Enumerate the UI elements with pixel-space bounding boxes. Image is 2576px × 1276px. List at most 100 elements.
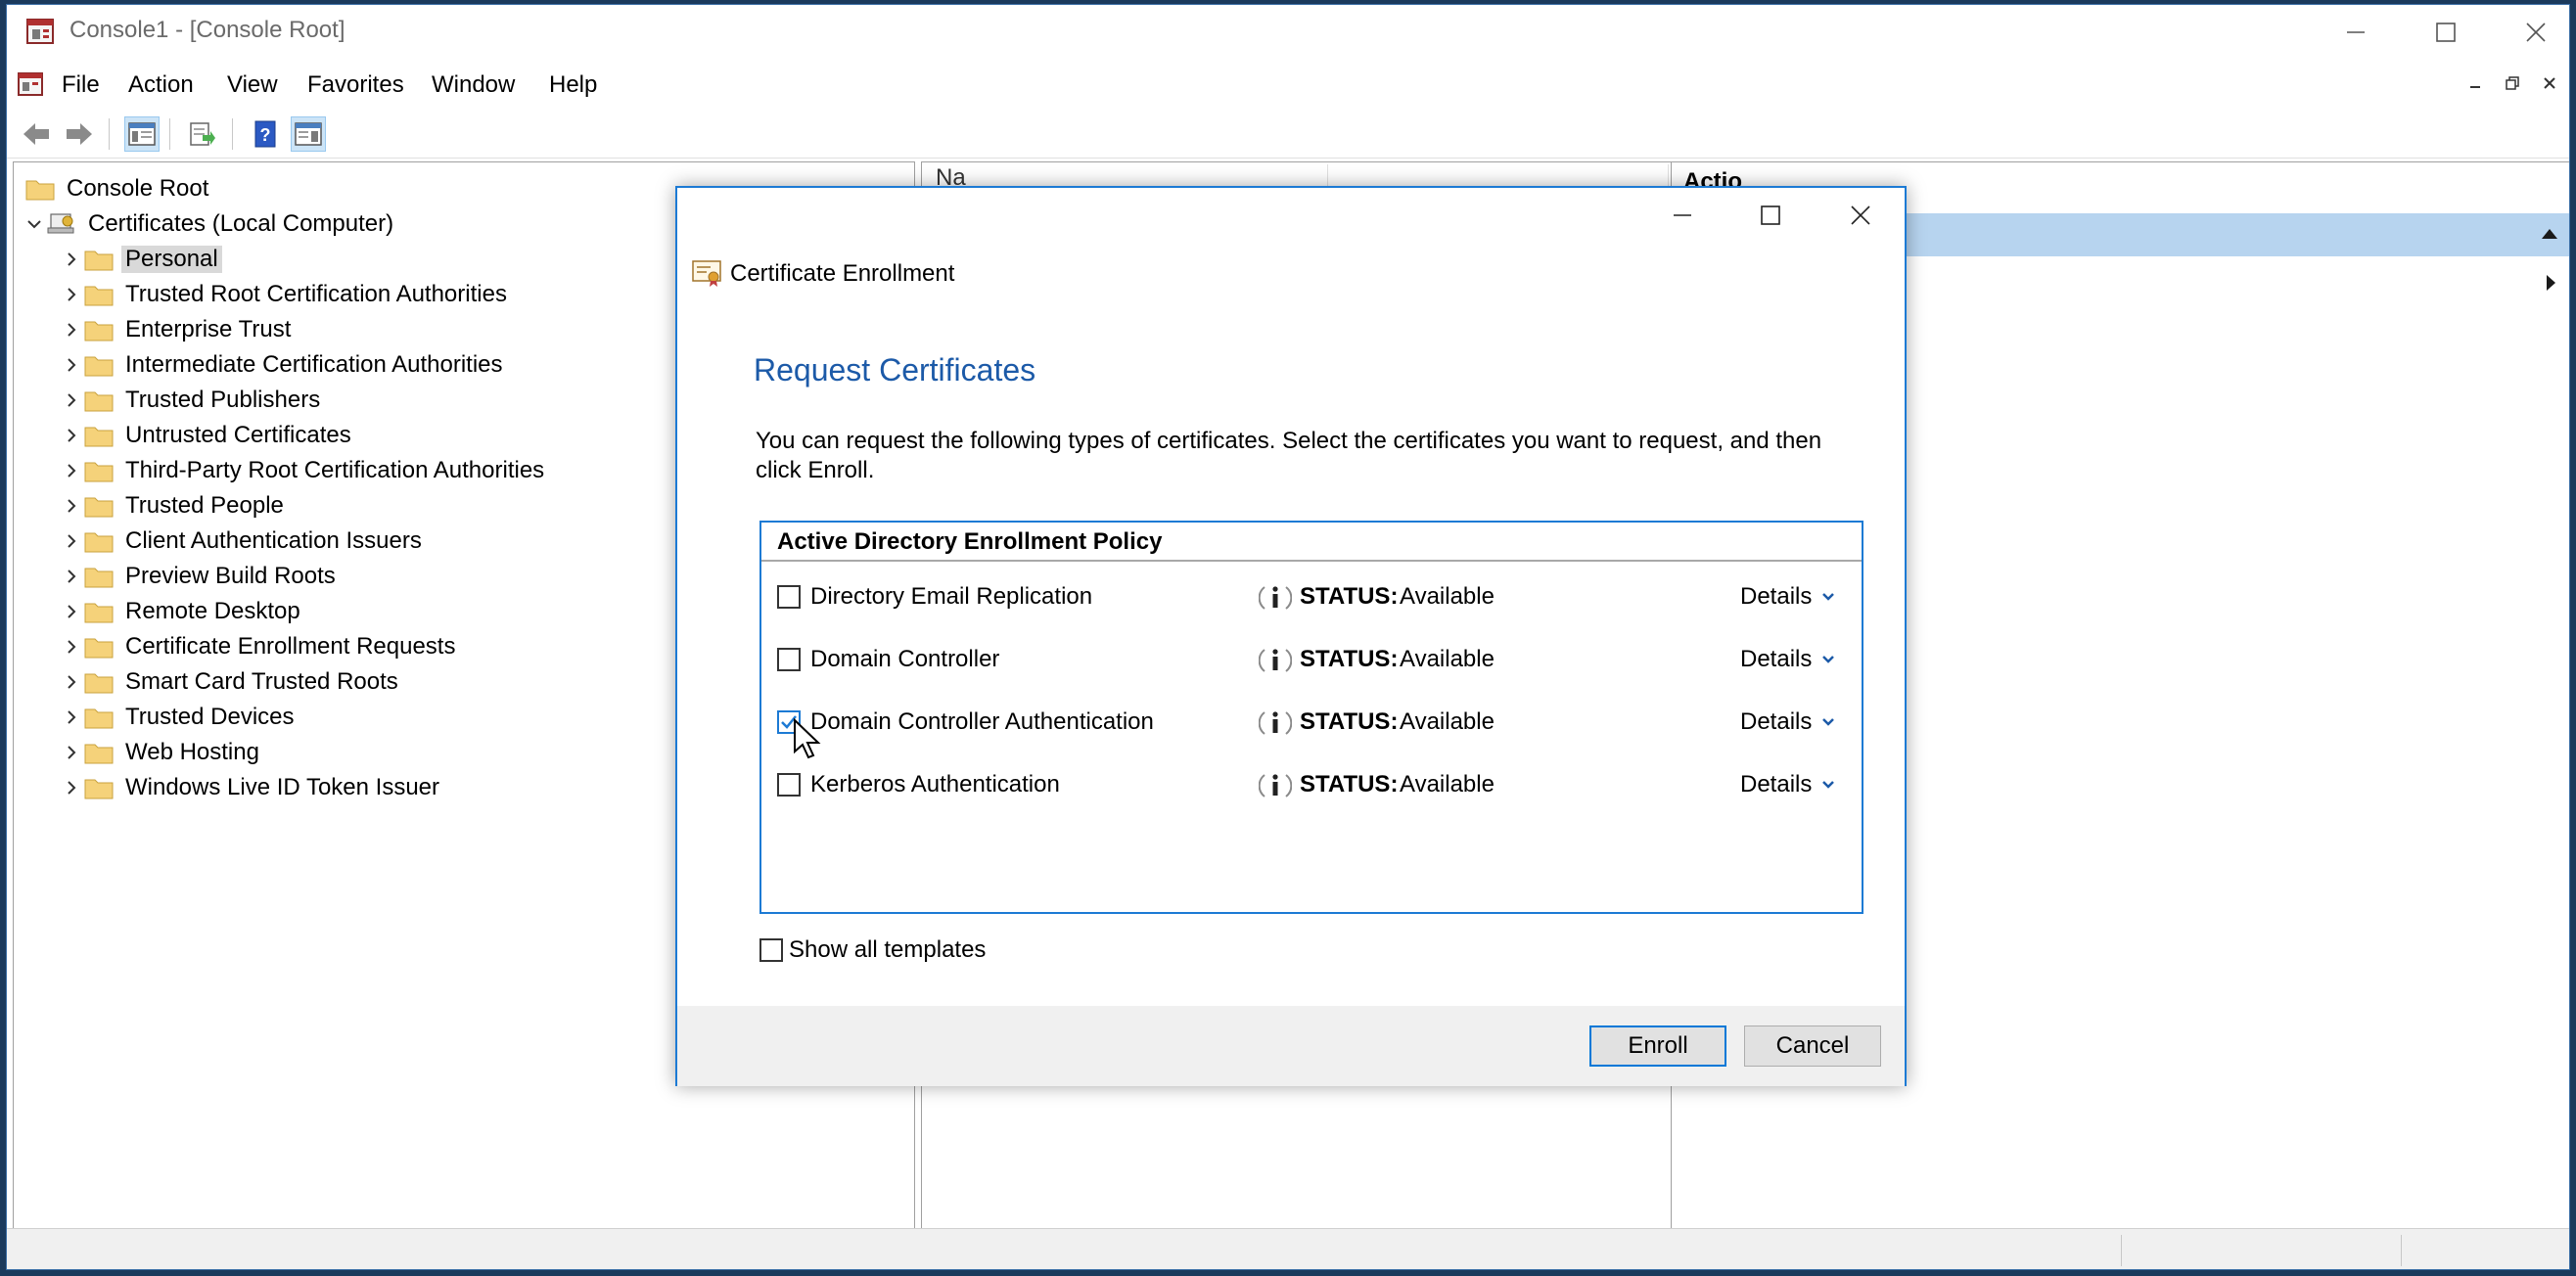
tree-item-store[interactable]: Remote Desktop <box>59 595 304 628</box>
show-hide-action-pane-button[interactable] <box>291 116 326 152</box>
expand-chevron[interactable] <box>59 243 84 276</box>
certificate-checkbox[interactable] <box>777 585 801 609</box>
tree-item-store[interactable]: Enterprise Trust <box>59 313 295 346</box>
chevron-right-icon <box>68 710 76 724</box>
tree-item-store[interactable]: Trusted Root Certification Authorities <box>59 278 511 311</box>
folder-icon <box>84 779 114 799</box>
maximize-button[interactable] <box>2401 5 2491 60</box>
chevron-right-icon <box>68 605 76 618</box>
certificate-checkbox[interactable] <box>777 648 801 671</box>
show-all-templates-checkbox[interactable] <box>759 938 783 962</box>
toolbar: ? <box>7 111 2569 159</box>
status-bar <box>7 1228 2569 1269</box>
expand-chevron[interactable] <box>59 736 84 769</box>
details-toggle[interactable]: Details <box>1740 583 1835 611</box>
collapse-up-icon[interactable] <box>2541 227 2558 241</box>
certificate-checkbox[interactable] <box>777 773 801 797</box>
close-button[interactable] <box>2491 5 2569 60</box>
show-hide-tree-button[interactable] <box>124 116 160 152</box>
certificate-template-row[interactable]: Directory Email Replication STATUS: Availa… <box>761 573 1862 622</box>
expand-chevron[interactable] <box>59 595 84 628</box>
tree-item-store[interactable]: Personal <box>59 243 222 276</box>
show-hide-tree-icon <box>128 122 156 146</box>
menu-action[interactable]: Action <box>128 71 194 99</box>
expand-chevron[interactable] <box>59 560 84 593</box>
back-button[interactable] <box>19 116 54 152</box>
menu-view[interactable]: View <box>227 71 278 99</box>
menu-favorites[interactable]: Favorites <box>307 71 404 99</box>
restore-icon <box>2506 76 2519 90</box>
tree-item-store[interactable]: Intermediate Certification Authorities <box>59 348 507 382</box>
info-icon <box>1259 649 1292 672</box>
certificate-template-row[interactable]: Domain Controller STATUS: Available Details <box>761 636 1862 685</box>
certificate-store-icon <box>47 213 74 234</box>
enrollment-policy-box: Active Directory Enrollment Policy Direc… <box>759 521 1863 914</box>
tree-item-console-root[interactable]: Console Root <box>25 172 212 205</box>
help-icon: ? <box>254 120 276 148</box>
child-minimize-button[interactable] <box>2461 69 2489 97</box>
expand-chevron[interactable] <box>59 454 84 487</box>
expand-chevron[interactable] <box>59 278 84 311</box>
help-button[interactable]: ? <box>248 116 283 152</box>
export-list-button[interactable] <box>185 116 220 152</box>
certificate-template-name: Kerberos Authentication <box>810 771 1060 798</box>
details-toggle[interactable]: Details <box>1740 708 1835 736</box>
window-title: Console1 - [Console Root] <box>69 17 345 43</box>
expand-chevron[interactable] <box>59 630 84 663</box>
tree-item-certificates-local-computer[interactable]: Certificates (Local Computer) <box>22 207 397 241</box>
folder-icon <box>84 603 114 623</box>
expand-chevron[interactable] <box>59 419 84 452</box>
menu-help[interactable]: Help <box>549 71 597 99</box>
show-all-templates-toggle[interactable]: Show all templates <box>759 935 986 965</box>
forward-button[interactable] <box>62 116 97 152</box>
expand-chevron[interactable] <box>59 489 84 523</box>
dialog-minimize-button[interactable] <box>1638 188 1726 243</box>
certificate-template-name: Directory Email Replication <box>810 583 1093 610</box>
certificate-template-row[interactable]: Domain Controller Authentication STATUS: A… <box>761 699 1862 748</box>
console-icon[interactable] <box>17 69 46 99</box>
tree-item-store[interactable]: Preview Build Roots <box>59 560 340 593</box>
tree-item-store[interactable]: Untrusted Certificates <box>59 419 355 452</box>
tree-item-store[interactable]: Client Authentication Issuers <box>59 524 426 558</box>
expand-chevron[interactable] <box>59 771 84 804</box>
dialog-close-button[interactable] <box>1817 188 1905 243</box>
minimize-button[interactable] <box>2311 5 2401 60</box>
details-toggle[interactable]: Details <box>1740 646 1835 673</box>
tree-item-store[interactable]: Trusted Publishers <box>59 384 324 417</box>
tree-label: Remote Desktop <box>125 598 300 624</box>
menu-window[interactable]: Window <box>432 71 515 99</box>
folder-icon <box>84 673 114 694</box>
tree-item-store[interactable]: Trusted People <box>59 489 288 523</box>
expand-chevron[interactable] <box>59 665 84 699</box>
chevron-right-icon <box>68 429 76 442</box>
tree-item-store[interactable]: Trusted Devices <box>59 701 299 734</box>
expand-chevron[interactable] <box>22 207 47 241</box>
dialog-maximize-button[interactable] <box>1726 188 1815 243</box>
expand-chevron[interactable] <box>59 348 84 382</box>
menu-file[interactable]: File <box>62 71 100 99</box>
tree-item-store[interactable]: Third-Party Root Certification Authoriti… <box>59 454 548 487</box>
expand-chevron[interactable] <box>59 524 84 558</box>
mouse-cursor-icon <box>794 718 821 759</box>
folder-icon <box>84 427 114 447</box>
child-close-button[interactable] <box>2536 69 2563 97</box>
tree-item-store[interactable]: Windows Live ID Token Issuer <box>59 771 443 804</box>
tree-label: Untrusted Certificates <box>125 422 351 448</box>
tree-label: Certificate Enrollment Requests <box>125 633 456 660</box>
tree-item-store[interactable]: Certificate Enrollment Requests <box>59 630 459 663</box>
tree-item-store[interactable]: Web Hosting <box>59 736 263 769</box>
expand-chevron[interactable] <box>59 313 84 346</box>
details-toggle[interactable]: Details <box>1740 771 1835 798</box>
chevron-right-icon <box>68 252 76 266</box>
certificate-template-row[interactable]: Kerberos Authentication STATUS: Available D… <box>761 761 1862 810</box>
enroll-button[interactable]: Enroll <box>1589 1025 1726 1067</box>
cancel-button[interactable]: Cancel <box>1744 1025 1881 1067</box>
title-bar[interactable]: Console1 - [Console Root] <box>7 5 2569 60</box>
expand-chevron[interactable] <box>59 701 84 734</box>
expand-chevron[interactable] <box>59 384 84 417</box>
child-restore-button[interactable] <box>2499 69 2526 97</box>
tree-item-store[interactable]: Smart Card Trusted Roots <box>59 665 402 699</box>
policy-header: Active Directory Enrollment Policy <box>761 523 1862 562</box>
tree-label: Client Authentication Issuers <box>125 527 422 554</box>
more-actions-arrow-icon[interactable] <box>2545 274 2556 292</box>
